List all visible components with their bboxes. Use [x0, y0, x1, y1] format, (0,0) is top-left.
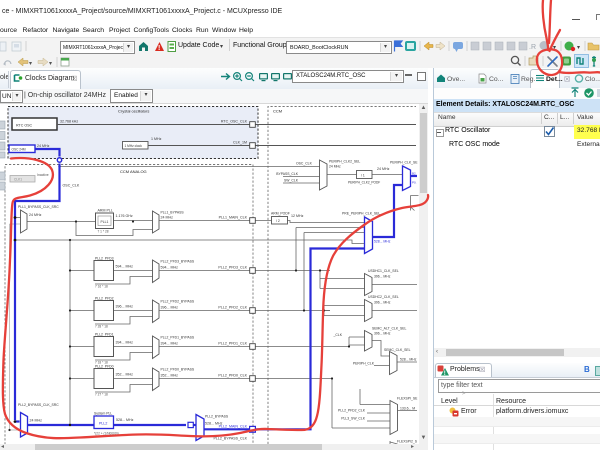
svg-text:352... MHz: 352... MHz [116, 373, 134, 377]
svg-text:24 MHz: 24 MHz [37, 144, 50, 148]
svg-text:☒: ☒ [564, 76, 570, 84]
svg-text:_CLK: _CLK [333, 333, 343, 337]
svg-text:PLL1: PLL1 [101, 220, 109, 224]
svg-text:PERIPH_CLK2_PODF: PERIPH_CLK2_PODF [348, 181, 380, 185]
svg-text:▾: ▾ [49, 61, 52, 67]
svg-text:7 27 * 18: 7 27 * 18 [95, 393, 108, 397]
svg-text:PLL2_PFD1_BYPASS: PLL2_PFD1_BYPASS [161, 336, 195, 340]
svg-text:PLL2_BYPASS: PLL2_BYPASS [205, 415, 229, 419]
svg-text:CCM: CCM [273, 109, 282, 114]
svg-text:PLL2_PFD3_CLK: PLL2_PFD3_CLK [218, 266, 247, 270]
svg-text:PERIPH_CLK2_SEL: PERIPH_CLK2_SEL [329, 160, 360, 164]
svg-text:Co...: Co... [489, 76, 503, 83]
svg-text:PERIPH_CLK_SE: PERIPH_CLK_SE [390, 161, 418, 165]
svg-text:PRE_PERIPH_CLK_SEL: PRE_PERIPH_CLK_SEL [342, 212, 380, 216]
svg-text:!: ! [444, 371, 446, 376]
svg-text:PLL2_PFD3: PLL2_PFD3 [95, 257, 114, 261]
svg-text:1 MHz clock: 1 MHz clock [125, 144, 143, 148]
svg-text:PLL1_BYPASS_CLK_SRC: PLL1_BYPASS_CLK_SRC [18, 205, 59, 209]
svg-text:!: ! [158, 45, 160, 52]
svg-text:24 MHz: 24 MHz [377, 167, 390, 171]
svg-text:CLK1: CLK1 [14, 177, 22, 181]
svg-text:394... MHz: 394... MHz [161, 342, 179, 346]
svg-text:133.6... M: 133.6... M [400, 407, 415, 411]
svg-text:RTC_OSC_CLK: RTC_OSC_CLK [221, 120, 248, 124]
svg-text:PLL2_PFD0: PLL2_PFD0 [95, 365, 114, 369]
svg-text:/ 1: / 1 [361, 174, 365, 178]
svg-text:Inactive: Inactive [37, 173, 49, 177]
svg-text:*(22 + (1/N0000)): *(22 + (1/N0000)) [94, 432, 119, 436]
svg-text:7 1 * 28: 7 1 * 28 [98, 230, 109, 234]
svg-text:528... MHz: 528... MHz [116, 418, 134, 422]
svg-text:USDHC2_CLK_SEL: USDHC2_CLK_SEL [368, 295, 399, 299]
svg-text:PLL2_PFD2_CLK: PLL2_PFD2_CLK [218, 306, 247, 310]
svg-text:OSC 24M: OSC 24M [12, 148, 26, 152]
svg-text:USDHC1_CLK_SEL: USDHC1_CLK_SEL [368, 269, 399, 273]
svg-text:ARM PLL: ARM PLL [98, 209, 113, 213]
svg-text:Ove...: Ove... [447, 76, 465, 83]
svg-text:System PLL: System PLL [94, 412, 112, 416]
svg-text:OSC_CLK: OSC_CLK [63, 183, 80, 187]
svg-text:P0.: P0. [412, 181, 417, 185]
svg-text:PLL2_PFD2: PLL2_PFD2 [95, 297, 114, 301]
svg-text:32.768 kHz: 32.768 kHz [60, 120, 78, 124]
svg-text:CLK_1M: CLK_1M [233, 141, 247, 145]
svg-text:PLL1_MAIN_CLK: PLL1_MAIN_CLK [219, 216, 248, 220]
svg-text:PLL1_BYPASS: PLL1_BYPASS [161, 211, 185, 215]
svg-text:PLL2_BYPASS_CLK: PLL2_BYPASS_CLK [214, 437, 248, 441]
svg-text:SEMC_CLK_SEL: SEMC_CLK_SEL [384, 348, 411, 352]
svg-text:Clo...: Clo... [585, 76, 600, 83]
svg-text:396... MHz: 396... MHz [374, 275, 391, 279]
svg-text:FLEXSPI_SE: FLEXSPI_SE [397, 397, 418, 401]
svg-text:PERIPH_CLK: PERIPH_CLK [353, 362, 375, 366]
svg-text:PLL2: PLL2 [99, 422, 107, 426]
svg-text:PLL2_BYPASS_CLK_SRC: PLL2_BYPASS_CLK_SRC [18, 403, 59, 407]
svg-text:FLEXSPI2_S: FLEXSPI2_S [397, 440, 418, 444]
svg-text:.R: .R [529, 44, 536, 51]
svg-text:396... MHz: 396... MHz [116, 305, 134, 309]
svg-text:▾: ▾ [577, 45, 580, 51]
svg-text:7 16 * 18: 7 16 * 18 [95, 285, 108, 289]
svg-text:PLL2_PFD1_CLK: PLL2_PFD1_CLK [218, 342, 247, 346]
svg-text:▾: ▾ [553, 45, 556, 51]
svg-text:B2.: B2. [412, 172, 417, 176]
svg-text:12 MHz: 12 MHz [291, 214, 304, 218]
svg-text:BYPASS_CLK: BYPASS_CLK [276, 172, 299, 176]
svg-text:SEMC_ALT_CLK_SEL: SEMC_ALT_CLK_SEL [372, 327, 407, 331]
svg-text:594... MHz: 594... MHz [116, 265, 134, 269]
svg-text:OSC_CLK: OSC_CLK [296, 162, 313, 166]
svg-text:PLL2_MAIN_CLK: PLL2_MAIN_CLK [219, 425, 248, 429]
svg-text:PLL2_PFD2_BYPASS: PLL2_PFD2_BYPASS [161, 300, 195, 304]
svg-text:594... MHz: 594... MHz [161, 266, 179, 270]
svg-text:PLL2_PFD3_BYPASS: PLL2_PFD3_BYPASS [161, 260, 195, 264]
svg-text:CCM ANALOG: CCM ANALOG [120, 169, 147, 174]
svg-text:1.176 GHz: 1.176 GHz [116, 214, 133, 218]
svg-text:394... MHz: 394... MHz [116, 341, 134, 345]
svg-text:7 28 * 18: 7 28 * 18 [95, 325, 108, 329]
svg-text:24 MHz: 24 MHz [30, 419, 43, 423]
svg-text:24 MHz: 24 MHz [329, 165, 341, 169]
svg-text:PLL2_PFD0_CLK: PLL2_PFD0_CLK [218, 374, 247, 378]
svg-text:352... MHz: 352... MHz [161, 374, 179, 378]
svg-text:528... MHz: 528... MHz [374, 240, 391, 244]
svg-text:SW_CLK: SW_CLK [284, 179, 299, 183]
svg-text:528... MHz: 528... MHz [400, 358, 417, 362]
svg-text:ARM_PODF: ARM_PODF [271, 212, 290, 216]
svg-text:RTC OSC: RTC OSC [16, 124, 33, 128]
svg-text:PLL2_PFD1: PLL2_PFD1 [95, 333, 114, 337]
svg-text:/ 2: / 2 [276, 219, 280, 223]
svg-text:PLL3_SW_CLK: PLL3_SW_CLK [341, 417, 365, 421]
svg-text:24 MHz: 24 MHz [29, 213, 42, 217]
svg-text:Reg...: Reg... [521, 76, 539, 83]
svg-text:396... MHz: 396... MHz [374, 332, 391, 336]
svg-text:PLL2_PFD0_BYPASS: PLL2_PFD0_BYPASS [161, 368, 195, 372]
svg-text:Det...: Det... [546, 76, 563, 83]
svg-text:396... MHz: 396... MHz [161, 306, 179, 310]
svg-text:1 MHz: 1 MHz [151, 137, 162, 141]
svg-text:396... MHz: 396... MHz [374, 301, 391, 305]
svg-text:PLL2_PFD2_CLK: PLL2_PFD2_CLK [338, 409, 366, 413]
svg-text:Crystal oscillators: Crystal oscillators [118, 109, 149, 114]
svg-text:24 MHz: 24 MHz [161, 216, 174, 220]
svg-text:▾: ▾ [29, 61, 32, 67]
